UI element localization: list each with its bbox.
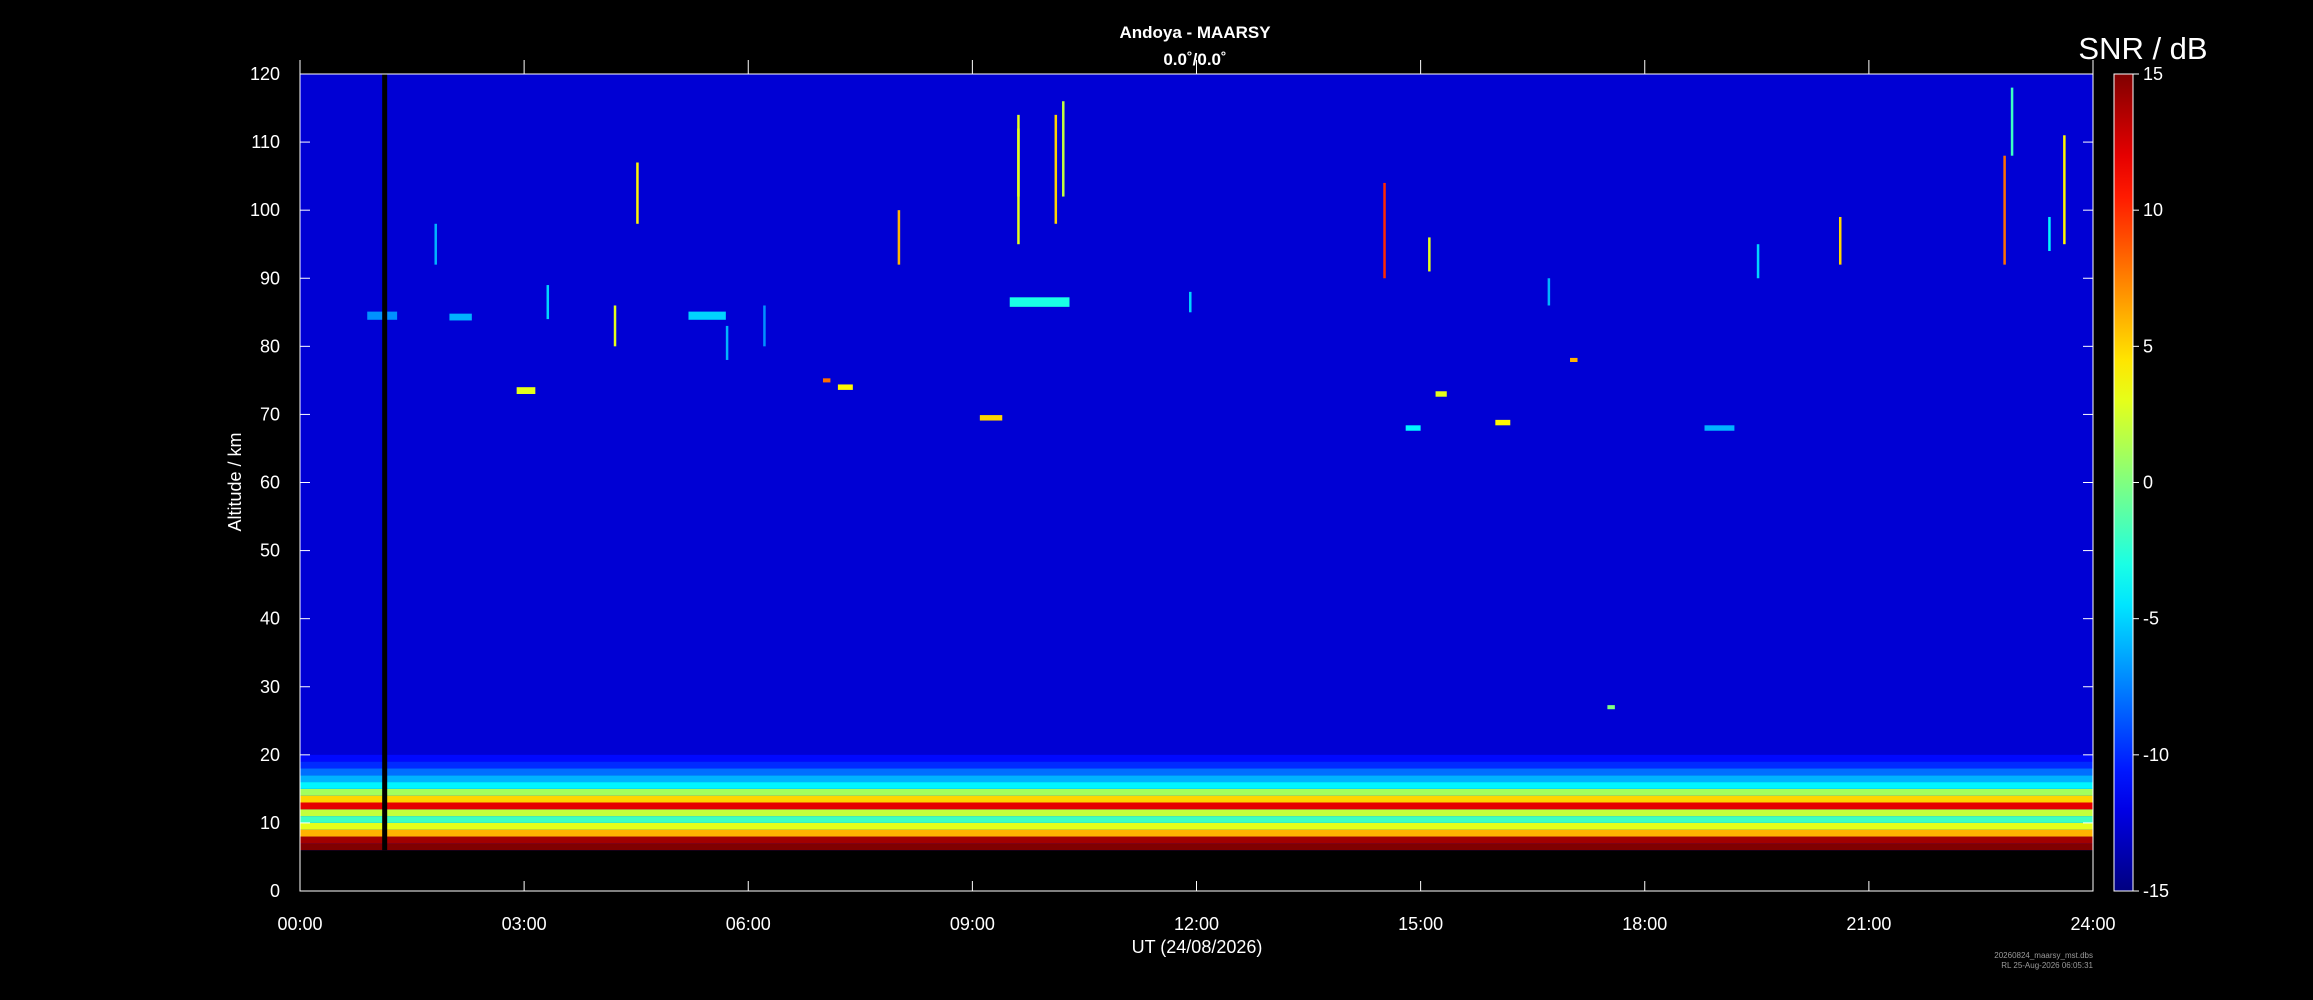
y-tick-label: 90 bbox=[260, 268, 280, 288]
echo-patch bbox=[837, 384, 853, 390]
x-tick-label: 15:00 bbox=[1398, 914, 1443, 934]
meteor-streak bbox=[725, 325, 729, 360]
y-axis-label: Altitude / km bbox=[225, 432, 245, 531]
colorbar-gradient bbox=[2113, 73, 2134, 892]
echo-patch bbox=[979, 415, 1003, 421]
troposphere-row bbox=[300, 809, 2093, 817]
echo-patch bbox=[367, 311, 398, 320]
meteor-streak bbox=[1756, 244, 1760, 279]
meteor-streak bbox=[2048, 216, 2051, 252]
troposphere-row bbox=[300, 822, 2093, 830]
echo-patch bbox=[1435, 391, 1447, 397]
y-tick-label: 0 bbox=[270, 881, 280, 901]
troposphere-row bbox=[300, 754, 2093, 762]
echo-patch bbox=[1607, 705, 1615, 710]
meteor-streak bbox=[1547, 278, 1551, 306]
colorbar-label: SNR / dB bbox=[2078, 31, 2207, 66]
meteor-streak bbox=[1838, 216, 1842, 265]
meteor-streak bbox=[897, 210, 901, 265]
x-tick-label: 24:00 bbox=[2070, 914, 2115, 934]
y-tick-label: 110 bbox=[251, 132, 280, 152]
meteor-streak bbox=[1383, 182, 1386, 279]
footer-timestamp: RL 25-Aug-2026 06:05:31 bbox=[2001, 961, 2093, 970]
troposphere-row bbox=[300, 843, 2093, 851]
y-tick-label: 80 bbox=[260, 336, 280, 356]
colorbar-tick-label: 15 bbox=[2143, 64, 2163, 84]
echo-patch bbox=[1495, 419, 1511, 426]
heatmap-background-field bbox=[300, 74, 2093, 851]
y-tick-label: 20 bbox=[260, 745, 280, 765]
meteor-streak bbox=[1189, 291, 1192, 313]
y-tick-label: 120 bbox=[250, 64, 280, 84]
echo-patch bbox=[1405, 425, 1421, 431]
y-tick-label: 40 bbox=[260, 609, 280, 629]
y-tick-label: 70 bbox=[260, 404, 280, 424]
x-axis-label: UT (24/08/2026) bbox=[1132, 937, 1263, 957]
echo-patch bbox=[822, 378, 831, 383]
echo-patch bbox=[1009, 297, 1070, 307]
meteor-streak bbox=[1428, 237, 1431, 272]
data-gap bbox=[382, 74, 388, 851]
echo-patch bbox=[449, 313, 472, 321]
troposphere-row bbox=[300, 775, 2093, 783]
colorbar-tick-label: 10 bbox=[2143, 200, 2163, 220]
troposphere-row bbox=[300, 829, 2093, 837]
meteor-streak bbox=[2003, 155, 2006, 265]
chart-subtitle: 0.0˚/0.0˚ bbox=[1163, 50, 1226, 69]
x-tick-label: 12:00 bbox=[1174, 914, 1219, 934]
troposphere-row bbox=[300, 761, 2093, 769]
y-tick-label: 50 bbox=[260, 541, 280, 561]
colorbar-tick-label: 0 bbox=[2143, 473, 2153, 493]
meteor-streak bbox=[434, 223, 437, 265]
colorbar-tick-label: -15 bbox=[2143, 881, 2169, 901]
meteor-streak bbox=[1062, 101, 1065, 197]
y-tick-label: 30 bbox=[260, 677, 280, 697]
meteor-streak bbox=[2010, 87, 2014, 156]
colorbar-tick-label: -10 bbox=[2143, 745, 2169, 765]
troposphere-row bbox=[300, 768, 2093, 776]
meteor-streak bbox=[1017, 114, 1020, 245]
x-tick-label: 21:00 bbox=[1846, 914, 1891, 934]
x-tick-label: 18:00 bbox=[1622, 914, 1667, 934]
troposphere-row bbox=[300, 816, 2093, 823]
heatmap-plot-area bbox=[299, 73, 2094, 892]
x-tick-label: 09:00 bbox=[950, 914, 995, 934]
meteor-streak bbox=[613, 305, 617, 347]
x-tick-label: 00:00 bbox=[277, 914, 322, 934]
y-tick-label: 100 bbox=[250, 200, 280, 220]
meteor-streak bbox=[2063, 135, 2066, 245]
snr-chart: Andoya - MAARSY 0.0˚/0.0˚ 01020304050607… bbox=[0, 0, 2313, 1000]
echo-patch bbox=[1570, 357, 1578, 362]
troposphere-row bbox=[300, 782, 2093, 789]
echo-patch bbox=[688, 311, 726, 320]
colorbar-tick-label: 5 bbox=[2143, 336, 2153, 356]
colorbar-tick-label: -5 bbox=[2143, 609, 2159, 629]
meteor-streak bbox=[1054, 114, 1058, 224]
footer-filename: 20260824_maarsy_mst.dbs bbox=[1994, 951, 2093, 960]
troposphere-row bbox=[300, 795, 2093, 803]
meteor-streak bbox=[546, 285, 550, 320]
troposphere-row bbox=[300, 836, 2093, 844]
y-tick-label: 60 bbox=[260, 473, 280, 493]
troposphere-row bbox=[300, 802, 2093, 810]
meteor-streak bbox=[636, 162, 639, 224]
troposphere-row bbox=[300, 788, 2093, 796]
x-tick-label: 03:00 bbox=[502, 914, 547, 934]
chart-title: Andoya - MAARSY bbox=[1119, 23, 1271, 42]
echo-patch bbox=[516, 387, 536, 394]
meteor-streak bbox=[763, 305, 766, 347]
y-tick-label: 10 bbox=[260, 813, 280, 833]
x-tick-label: 06:00 bbox=[726, 914, 771, 934]
echo-patch bbox=[1704, 425, 1735, 431]
